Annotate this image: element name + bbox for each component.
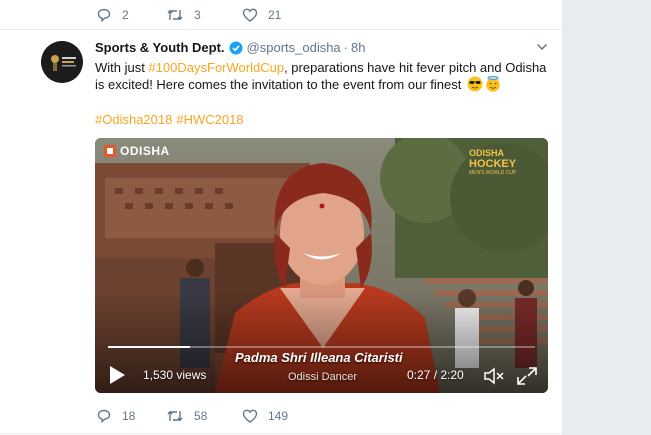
video-timecode: 0:27 / 2:20	[407, 368, 464, 382]
retweet-icon	[167, 410, 183, 422]
author-handle[interactable]: @sports_odisha	[247, 40, 341, 55]
halo-smile-emoji-icon	[486, 76, 500, 92]
retweet-icon	[167, 9, 183, 21]
previous-tweet-actions: 2 3 21	[96, 6, 312, 24]
video-progress-bar[interactable]	[108, 346, 535, 348]
timeline-column: 2 3 21 Sports & Youth Dept. @sports_odis…	[0, 0, 563, 435]
separator-dot: ·	[343, 40, 349, 55]
hockey-logo-icon	[41, 41, 83, 83]
hashtag-link[interactable]: #Odisha2018	[95, 112, 172, 127]
odisha-emblem-icon	[104, 145, 116, 157]
odisha-logo-text: ODISHA	[120, 144, 170, 158]
sunglasses-emoji-icon	[467, 76, 483, 92]
logo-line-3: MEN'S WORLD CUP	[469, 170, 517, 176]
logo-line-1: ODISHA	[469, 148, 505, 158]
like-count: 21	[268, 8, 282, 22]
retweet-count: 58	[194, 409, 208, 423]
like-count: 149	[268, 409, 289, 423]
play-icon[interactable]	[107, 364, 127, 386]
video-caption-name: Padma Shri Illeana Citaristi	[235, 350, 403, 365]
like-icon	[242, 8, 258, 22]
view-count: 1,530 views	[143, 368, 207, 382]
reply-button[interactable]: 18	[96, 408, 166, 424]
tweet-text-start: With just	[95, 60, 149, 75]
video-player[interactable]: ODISHA ODISHA HOCKEY MEN'S WORLD CUP Pad…	[95, 138, 548, 393]
reply-count: 2	[122, 8, 129, 22]
odisha-logo: ODISHA	[103, 144, 170, 158]
hashtag-list: #Odisha2018 #HWC2018	[95, 112, 248, 127]
hockey-world-cup-logo: ODISHA HOCKEY MEN'S WORLD CUP	[469, 148, 545, 177]
verified-badge-icon	[229, 41, 243, 54]
video-caption-role: Odissi Dancer	[288, 371, 358, 383]
video-progress-fill	[108, 346, 191, 348]
tweet-timestamp[interactable]: 8h	[351, 40, 365, 55]
hashtag-link[interactable]: #100DaysForWorldCup	[148, 60, 284, 75]
chevron-down-icon[interactable]	[536, 42, 548, 52]
like-button[interactable]: 149	[242, 408, 312, 424]
reply-icon	[97, 409, 111, 424]
hashtag-link[interactable]: #HWC2018	[176, 112, 243, 127]
tweet-divider	[0, 29, 562, 30]
retweet-button[interactable]: 58	[166, 408, 242, 424]
retweet-count: 3	[194, 8, 201, 22]
fullscreen-icon[interactable]	[516, 366, 538, 386]
logo-line-2: HOCKEY	[469, 158, 517, 170]
like-button[interactable]: 21	[242, 7, 312, 23]
author-name[interactable]: Sports & Youth Dept.	[95, 40, 225, 55]
avatar[interactable]	[41, 41, 83, 83]
reply-count: 18	[122, 409, 136, 423]
volume-muted-icon[interactable]	[483, 366, 507, 386]
tweet-header: Sports & Youth Dept. @sports_odisha · 8h	[95, 40, 365, 55]
retweet-button[interactable]: 3	[166, 7, 242, 23]
like-icon	[242, 409, 258, 423]
reply-icon	[97, 8, 111, 23]
reply-button[interactable]: 2	[96, 7, 166, 23]
tweet-actions: 18 58 149	[96, 407, 312, 425]
tweet-divider	[0, 433, 562, 434]
tweet-text: With just #100DaysForWorldCup, preparati…	[95, 59, 550, 93]
